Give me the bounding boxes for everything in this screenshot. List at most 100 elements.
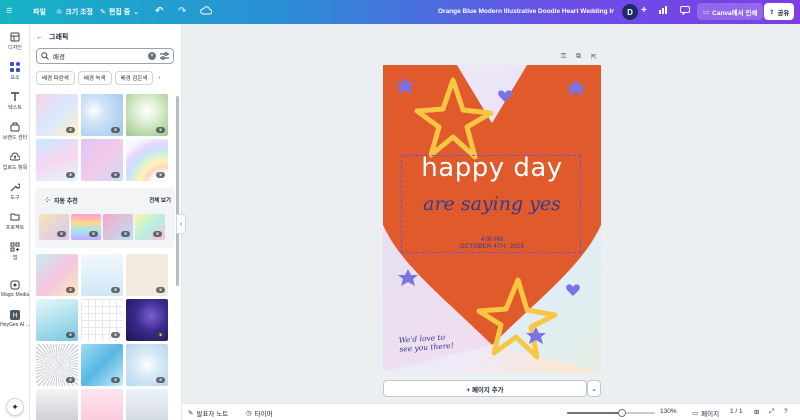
share-button[interactable]: ⇪ 공유 (764, 3, 795, 20)
zoom-level[interactable]: 130% (660, 408, 677, 415)
recommended-thumbnail[interactable]: ♛ (39, 214, 69, 240)
help-icon[interactable]: ? (784, 408, 788, 415)
duplicate-page-icon[interactable]: ⧉ (576, 53, 581, 61)
analytics-icon[interactable] (658, 5, 668, 14)
time-text[interactable]: 4:00 PM (403, 237, 581, 243)
premium-badge: ♛ (121, 231, 130, 237)
see-all-link[interactable]: 전체 보기 (149, 196, 171, 204)
rail-item-tools[interactable]: 도구 (0, 182, 30, 201)
rail-item-elements[interactable]: 요소 (0, 62, 30, 81)
graphic-thumbnail[interactable]: ♛ (36, 299, 78, 341)
chip-scroll-right[interactable]: › (156, 71, 162, 85)
document-title[interactable]: Orange Blue Modern Illustrative Doodle H… (438, 8, 614, 15)
rail-item-apps[interactable]: 앱 (0, 242, 30, 261)
magic-assistant-icon[interactable]: ✦ (6, 398, 24, 416)
premium-badge: ♛ (111, 127, 120, 133)
magic-media-icon (10, 280, 20, 290)
undo-icon[interactable]: ↶ (155, 6, 163, 17)
date-text[interactable]: OCTOBER 4TH, 2025 (403, 244, 581, 250)
svg-text:H: H (12, 313, 17, 320)
grid-view-icon[interactable]: ⊞ (754, 408, 759, 416)
premium-badge: ♛ (156, 172, 165, 178)
graphic-thumbnail[interactable]: ♛ (81, 299, 123, 341)
graphic-thumbnail[interactable]: ♛ (126, 139, 168, 181)
panel-scrollbar[interactable] (176, 96, 179, 286)
rail-item-heygen[interactable]: H HeyGen AI ... (0, 310, 30, 328)
file-menu[interactable]: 파일 (33, 7, 46, 17)
graphic-thumbnail[interactable] (81, 389, 123, 420)
graphic-thumbnail[interactable]: ♛ (81, 139, 123, 181)
premium-badge: ♛ (57, 231, 66, 237)
back-arrow-icon[interactable]: ← (36, 34, 43, 41)
search-icon (41, 52, 49, 60)
panel-header: ← 그래픽 (36, 32, 68, 42)
premium-badge: ♛ (111, 377, 120, 383)
editing-mode-label: 편집 중 (108, 9, 131, 16)
cloud-save-icon[interactable] (200, 6, 212, 15)
graphic-thumbnail[interactable]: ♛ (126, 299, 168, 341)
recommended-thumbnail[interactable]: ♛ (135, 214, 165, 240)
zoom-slider-handle[interactable] (617, 409, 626, 417)
add-collaborator-icon[interactable]: + (641, 5, 647, 16)
graphic-thumbnail[interactable]: ♛ (81, 254, 123, 296)
timer-icon: ◷ (246, 410, 252, 417)
add-page-icon[interactable]: ⇱ (591, 53, 597, 61)
share-icon: ⇪ (769, 8, 775, 16)
editing-mode-dropdown[interactable]: ✎ 편집 중 ⌄ (100, 7, 139, 17)
notes-icon: ✎ (188, 410, 194, 417)
print-with-canva-button[interactable]: ▭ Canva에서 인쇄 (697, 3, 764, 20)
design-page[interactable]: happy day are saying yes 4:00 PM OCTOBER… (383, 65, 601, 372)
zoom-slider[interactable] (567, 409, 655, 417)
folder-icon (10, 213, 20, 221)
redo-icon[interactable]: ↷ (178, 6, 186, 17)
graphic-thumbnail[interactable]: ♛ (126, 344, 168, 386)
graphic-thumbnail[interactable] (126, 389, 168, 420)
rail-item-projects[interactable]: 프로젝트 (0, 212, 30, 231)
avatar[interactable]: D (622, 4, 638, 20)
graphic-thumbnail[interactable]: ♛ (81, 344, 123, 386)
premium-badge: ♛ (156, 127, 165, 133)
chip-green-background[interactable]: 배경 녹색 (77, 71, 112, 85)
zoom-slider-fill (567, 412, 622, 414)
rail-item-label: 요소 (10, 75, 20, 81)
presenter-notes-button[interactable]: ✎ 발표자 노트 (188, 408, 228, 418)
pages-button[interactable]: ▭ 페이지 (692, 408, 719, 418)
lock-icon[interactable]: ⚿ (561, 53, 566, 61)
graphic-thumbnail[interactable]: ♛ (36, 94, 78, 136)
filter-icon[interactable] (160, 52, 169, 60)
search-input[interactable]: 배경 × (36, 48, 174, 64)
graphic-thumbnail[interactable]: ♛ (36, 254, 78, 296)
add-page-button[interactable]: + 페이지 추가 (383, 380, 587, 397)
comment-icon[interactable] (680, 6, 690, 15)
graphic-thumbnail[interactable]: ♛ (36, 139, 78, 181)
rail-item-brand[interactable]: 브랜드 센터 (0, 122, 30, 141)
rail-item-text[interactable]: 텍스트 (0, 92, 30, 111)
headline-text[interactable]: happy day (403, 153, 581, 183)
pages-label: 페이지 (701, 411, 720, 418)
graphic-thumbnail[interactable]: ♛ (36, 344, 78, 386)
chip-black-background[interactable]: 배경 검은색 (114, 71, 154, 85)
fullscreen-icon[interactable]: ⤢ (769, 408, 774, 416)
menu-icon[interactable]: ☰ (6, 7, 12, 15)
rail-item-uploads[interactable]: 업로드 항목 (0, 152, 30, 171)
graphic-thumbnail[interactable]: ♛ (81, 94, 123, 136)
clear-search-icon[interactable]: × (148, 52, 156, 60)
collapse-panel-button[interactable]: ‹ (176, 214, 186, 234)
script-text[interactable]: are saying yes (403, 193, 581, 215)
timer-button[interactable]: ◷ 타이머 (246, 408, 273, 418)
recommended-thumbnail[interactable]: ♛ (103, 214, 133, 240)
presenter-notes-label: 발표자 노트 (196, 411, 229, 418)
chip-blue-background[interactable]: 배경 파란색 (36, 71, 75, 85)
premium-badge: ♛ (89, 231, 98, 237)
rail-item-design[interactable]: 디자인 (0, 32, 30, 51)
resize-button[interactable]: ♔ 크기 조정 (56, 7, 93, 17)
graphic-thumbnail[interactable] (36, 389, 78, 420)
pencil-icon: ✎ (100, 9, 106, 16)
rail-item-magic-media[interactable]: Magic Media (0, 280, 30, 298)
premium-badge: ♛ (156, 377, 165, 383)
page-count[interactable]: 1 / 1 (730, 408, 743, 415)
chevron-down-icon[interactable]: ⌄ (587, 380, 601, 397)
graphic-thumbnail[interactable]: ♛ (126, 254, 168, 296)
recommended-thumbnail[interactable]: ♛ (71, 214, 101, 240)
graphic-thumbnail[interactable]: ♛ (126, 94, 168, 136)
